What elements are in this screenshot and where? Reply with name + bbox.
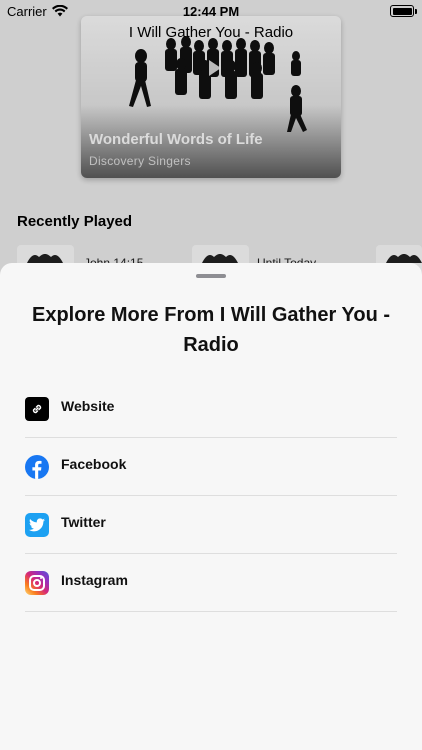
explore-sheet: Explore More From I Will Gather You - Ra… bbox=[0, 263, 422, 750]
link-row-instagram[interactable]: Instagram bbox=[25, 554, 397, 612]
link-label-instagram: Instagram bbox=[61, 572, 128, 588]
link-label-website: Website bbox=[61, 398, 115, 414]
link-row-facebook[interactable]: Facebook bbox=[25, 438, 397, 496]
sheet-grabber[interactable] bbox=[196, 274, 226, 278]
link-label-twitter: Twitter bbox=[61, 514, 106, 530]
link-icon bbox=[25, 397, 49, 421]
facebook-icon bbox=[25, 455, 49, 479]
sheet-title: Explore More From I Will Gather You - Ra… bbox=[31, 304, 391, 356]
instagram-icon bbox=[25, 571, 49, 595]
link-row-twitter[interactable]: Twitter bbox=[25, 496, 397, 554]
link-row-website[interactable]: Website bbox=[25, 380, 397, 438]
twitter-icon bbox=[25, 513, 49, 537]
link-label-facebook: Facebook bbox=[61, 456, 127, 472]
